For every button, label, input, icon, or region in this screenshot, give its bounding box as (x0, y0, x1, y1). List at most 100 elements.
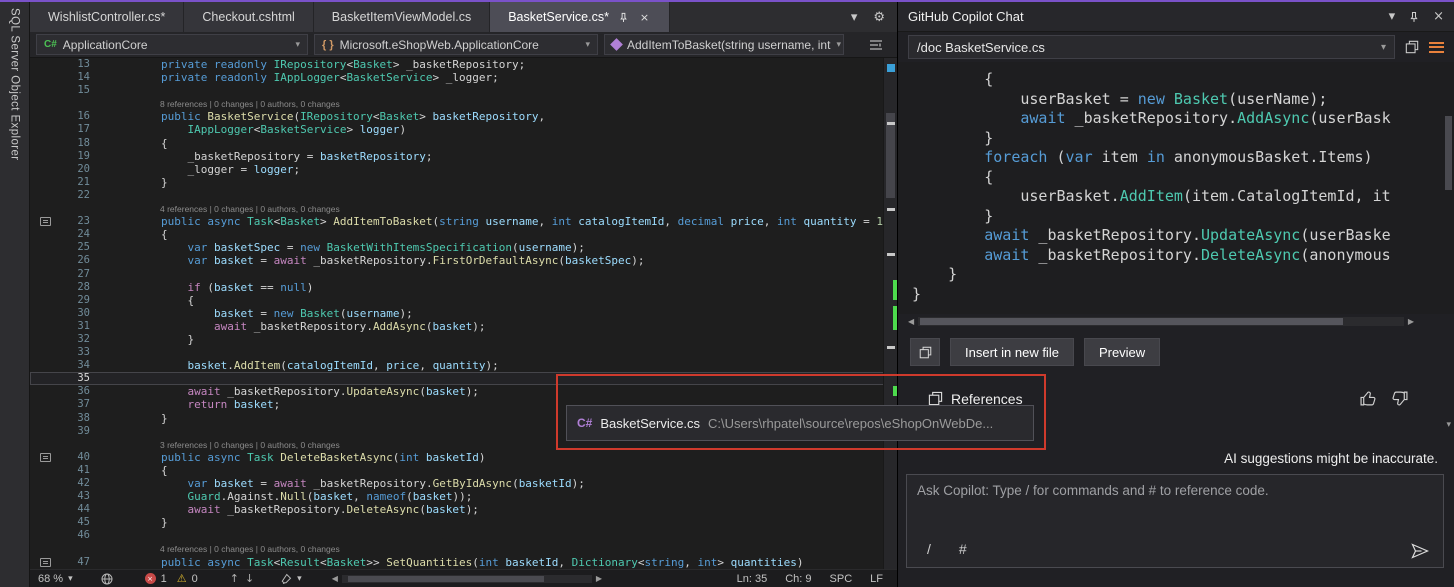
code-line[interactable]: 21 } (30, 176, 897, 189)
glyph-margin[interactable] (30, 176, 60, 189)
h-scroll-track[interactable] (918, 317, 1404, 326)
glyph-margin[interactable] (30, 320, 60, 333)
glyph-margin[interactable] (30, 307, 60, 320)
copilot-prompt-input[interactable] (907, 475, 1443, 535)
reference-file-chip[interactable]: C# BasketService.cs C:\Users\rhpatel\sou… (566, 405, 1034, 441)
code-line[interactable]: 44 await _basketRepository.DeleteAsync(b… (30, 503, 897, 516)
tab-checkout[interactable]: Checkout.cshtml (184, 2, 313, 32)
glyph-margin[interactable] (30, 398, 60, 411)
glyph-margin[interactable] (30, 123, 60, 136)
editor-horizontal-scrollbar[interactable]: ◀ ▶ (332, 574, 602, 583)
codelens-row[interactable]: 4 references | 0 changes | 0 authors, 0 … (30, 542, 897, 555)
restore-window-icon[interactable] (1405, 40, 1419, 54)
glyph-margin[interactable] (30, 372, 60, 385)
pin-icon[interactable] (617, 11, 630, 24)
code-line[interactable]: 28 if (basket == null) (30, 281, 897, 294)
copilot-code-block[interactable]: { userBasket = new Basket(userName); awa… (898, 62, 1454, 314)
editor-vertical-scrollbar[interactable] (883, 58, 897, 569)
send-icon[interactable] (1411, 543, 1429, 559)
code-line[interactable]: 29 { (30, 294, 897, 307)
scroll-left-icon[interactable]: ◀ (332, 574, 338, 583)
code-line[interactable]: 33 (30, 346, 897, 359)
tab-basketservice[interactable]: BasketService.cs* × (490, 2, 670, 32)
code-line[interactable]: 17 IAppLogger<BasketService> logger) (30, 123, 897, 136)
sidebar-sql-server-object-explorer[interactable]: SQL Server Object Explorer (0, 2, 30, 587)
command-combo[interactable]: /doc BasketService.cs ▾ (908, 35, 1395, 59)
scroll-left-icon[interactable]: ◀ (908, 317, 914, 326)
margin-glyph-icon[interactable] (40, 217, 51, 226)
code-line[interactable]: 45 } (30, 516, 897, 529)
indent-indicator[interactable]: SPC (830, 573, 853, 585)
glyph-margin[interactable] (30, 163, 60, 176)
code-line[interactable]: 43 Guard.Against.Null(basket, nameof(bas… (30, 490, 897, 503)
warning-count[interactable]: ⚠ 0 (177, 573, 198, 585)
code-line[interactable]: 34 basket.AddItem(catalogItemId, price, … (30, 359, 897, 372)
margin-glyph-icon[interactable] (40, 558, 51, 567)
glyph-margin[interactable] (30, 254, 60, 267)
glyph-margin[interactable] (30, 97, 60, 110)
code-line[interactable]: 25 var basketSpec = new BasketWithItemsS… (30, 241, 897, 254)
error-count[interactable]: × 1 (145, 573, 167, 585)
glyph-margin[interactable] (30, 464, 60, 477)
code-line[interactable]: 41 { (30, 464, 897, 477)
code-line[interactable]: 13 private readonly IRepository<Basket> … (30, 58, 897, 71)
code-line[interactable]: 47 public async Task<Result<Basket>> Set… (30, 556, 897, 569)
close-icon[interactable]: × (1433, 9, 1444, 24)
glyph-margin[interactable] (30, 268, 60, 281)
glyph-margin[interactable] (30, 150, 60, 163)
glyph-margin[interactable] (30, 346, 60, 359)
panel-menu-chevron-icon[interactable]: ▾ (1389, 9, 1396, 24)
member-dropdown[interactable]: AddItemToBasket(string username, int ▾ (604, 34, 844, 55)
glyph-margin[interactable] (30, 451, 60, 464)
code-line[interactable]: 31 await _basketRepository.AddAsync(bask… (30, 320, 897, 333)
code-line[interactable]: 26 var basket = await _basketRepository.… (30, 254, 897, 267)
glyph-margin[interactable] (30, 137, 60, 150)
insert-in-new-file-button[interactable]: Insert in new file (950, 338, 1074, 366)
glyph-margin[interactable] (30, 110, 60, 123)
pin-icon[interactable] (1408, 11, 1420, 23)
glyph-margin[interactable] (30, 412, 60, 425)
code-line[interactable]: 32 } (30, 333, 897, 346)
codelens-row[interactable]: 4 references | 0 changes | 0 authors, 0 … (30, 202, 897, 215)
code-line[interactable]: 40 public async Task DeleteBasketAsync(i… (30, 451, 897, 464)
glyph-margin[interactable] (30, 542, 60, 555)
code-line[interactable]: 15 (30, 84, 897, 97)
h-scroll-track[interactable] (342, 575, 592, 583)
code-line[interactable]: 42 var basket = await _basketRepository.… (30, 477, 897, 490)
glyph-margin[interactable] (30, 516, 60, 529)
glyph-margin[interactable] (30, 71, 60, 84)
code-line[interactable]: 30 basket = new Basket(username); (30, 307, 897, 320)
glyph-margin[interactable] (30, 202, 60, 215)
navigate-down-icon[interactable]: ↓ (245, 572, 254, 585)
glyph-margin[interactable] (30, 228, 60, 241)
scrollbar-thumb[interactable] (1445, 116, 1452, 190)
live-share-globe-icon[interactable] (101, 573, 113, 585)
glyph-margin[interactable] (30, 58, 60, 71)
codelens-row[interactable]: 8 references | 0 changes | 0 authors, 0 … (30, 97, 897, 110)
glyph-margin[interactable] (30, 503, 60, 516)
zoom-select[interactable]: 68 % ▾ (38, 573, 73, 585)
thumbs-down-icon[interactable] (1391, 390, 1408, 407)
glyph-margin[interactable] (30, 241, 60, 254)
h-scroll-thumb[interactable] (920, 318, 1343, 325)
tab-overflow-chevron-icon[interactable]: ▾ (851, 10, 858, 25)
code-line[interactable]: 16 public BasketService(IRepository<Bask… (30, 110, 897, 123)
margin-glyph-icon[interactable] (40, 453, 51, 462)
glyph-margin[interactable] (30, 281, 60, 294)
code-line[interactable]: 35 (30, 372, 897, 385)
code-line[interactable]: 23 public async Task<Basket> AddItemToBa… (30, 215, 897, 228)
tab-basketitemviewmodel[interactable]: BasketItemViewModel.cs (314, 2, 490, 32)
glyph-margin[interactable] (30, 189, 60, 202)
document-outline-icon[interactable] (869, 39, 883, 51)
code-line[interactable]: 18 { (30, 137, 897, 150)
copy-code-button[interactable] (910, 338, 940, 366)
slash-commands-button[interactable]: / (927, 541, 931, 557)
copilot-list-icon[interactable] (1429, 42, 1444, 53)
glyph-margin[interactable] (30, 490, 60, 503)
glyph-margin[interactable] (30, 215, 60, 228)
glyph-margin[interactable] (30, 294, 60, 307)
scroll-right-icon[interactable]: ▶ (1408, 317, 1414, 326)
hash-reference-button[interactable]: # (959, 541, 967, 557)
glyph-margin[interactable] (30, 556, 60, 569)
column-indicator[interactable]: Ch: 9 (785, 573, 811, 585)
